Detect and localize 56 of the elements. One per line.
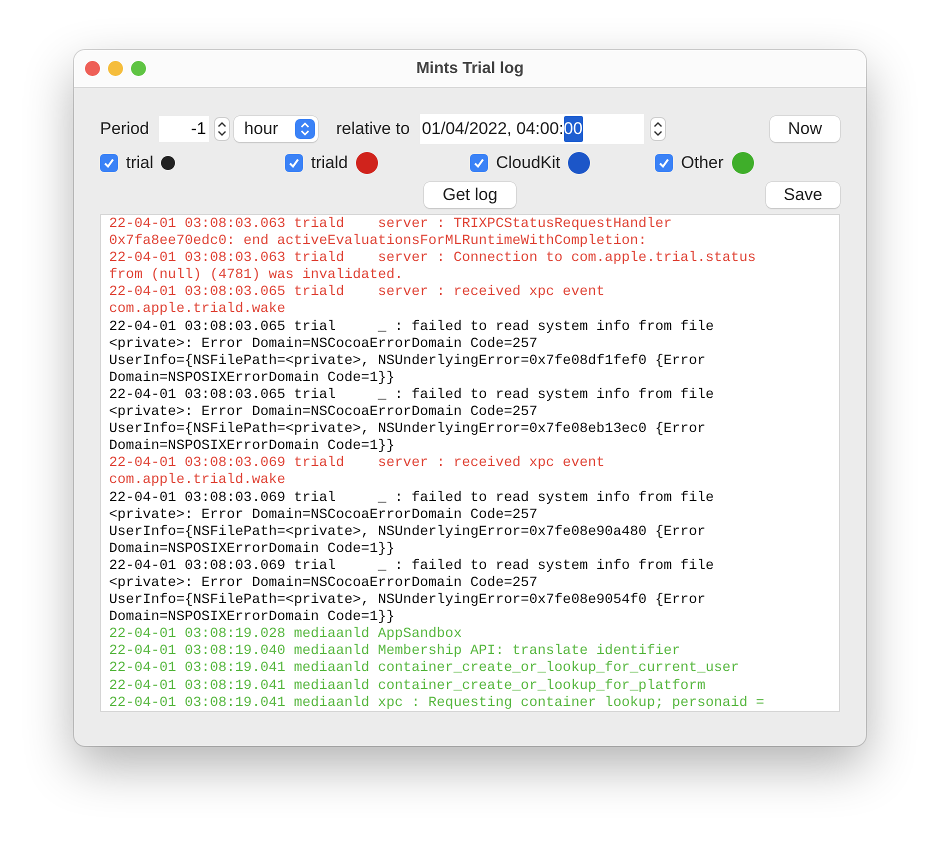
period-label: Period xyxy=(100,118,150,140)
log-line: 0x7fa8ee70edc0: end activeEvaluationsForMLRuntimeWithCompletion: xyxy=(109,233,647,250)
log-line: <private>: Error Domain=NSCocoaErrorDomain Code=257 xyxy=(109,404,538,422)
filter-label: triald xyxy=(311,152,348,174)
log-line: <private>: Error Domain=NSCocoaErrorDomain Code=257 xyxy=(109,336,538,353)
log-line: <private>: Error Domain=NSCocoaErrorDomain Code=257 xyxy=(109,574,538,592)
log-line: 22-04-01 03:08:03.065 trial _ : failed to read system info from file xyxy=(109,386,714,404)
now-button[interactable]: Now xyxy=(770,116,840,142)
checkbox[interactable] xyxy=(285,154,303,172)
get-log-button[interactable]: Get log xyxy=(424,182,516,208)
log-line: 22-04-01 03:08:19.041 mediaanld container_create_or_lookup_for_current_user xyxy=(109,660,740,678)
checkbox[interactable] xyxy=(470,154,488,172)
log-line: 22-04-01 03:08:03.063 triald server : TRIXPCStatusRequestHandler xyxy=(109,216,672,234)
relative-to-label: relative to xyxy=(336,118,410,140)
log-line: com.apple.triald.wake xyxy=(109,472,286,490)
log-line: com.apple.triald.wake xyxy=(109,301,286,319)
checkmark-icon xyxy=(103,157,115,169)
period-field[interactable]: -1 xyxy=(159,116,210,142)
chevron-updown-icon xyxy=(295,119,316,139)
checkmark-icon xyxy=(473,157,485,169)
checkmark-icon xyxy=(658,157,670,169)
log-line: UserInfo={NSFilePath=<private>, NSUnderlyingError=0x7fe08df1fef0 {Error xyxy=(109,352,706,370)
log-line: UserInfo={NSFilePath=<private>, NSUnderlyingError=0x7fe08eb13ec0 {Error xyxy=(109,421,706,438)
log-line: 22-04-01 03:08:03.069 trial _ : failed to read system info from file xyxy=(109,490,714,507)
stepper-icon[interactable] xyxy=(214,117,230,141)
close-icon[interactable] xyxy=(85,61,100,76)
log-line: 22-04-01 03:08:03.063 triald server : Connection to com.apple.trial.status xyxy=(109,250,756,268)
filter-label: trial xyxy=(126,152,154,174)
filter-label: Other xyxy=(681,152,724,174)
log-line: from (null) (4781) was invalidated. xyxy=(109,267,404,284)
save-button[interactable]: Save xyxy=(766,182,840,208)
log-line: 22-04-01 03:08:03.069 trial _ : failed to read system info from file xyxy=(109,558,714,575)
log-line: 22-04-01 03:08:03.065 trial _ : failed to read system info from file xyxy=(109,318,714,336)
log-line: <private>: Error Domain=NSCocoaErrorDomain Code=257 xyxy=(109,506,538,524)
log-line: UserInfo={NSFilePath=<private>, NSUnderlyingError=0x7fe08e90a480 {Error xyxy=(109,524,706,541)
checkmark-icon xyxy=(288,157,300,169)
filter-label: CloudKit xyxy=(496,152,560,174)
log-line: 22-04-01 03:08:03.065 triald server : received xpc event xyxy=(109,284,605,302)
log-line: Domain=NSPOSIXErrorDomain Code=1}} xyxy=(109,370,395,387)
stepper-icon[interactable] xyxy=(650,117,666,141)
date-field[interactable]: 01/04/2022, 04:00:00 xyxy=(420,114,644,144)
log-line: UserInfo={NSFilePath=<private>, NSUnderlyingError=0x7fe08e9054f0 {Error xyxy=(109,592,706,610)
unit-select[interactable]: hour xyxy=(234,116,318,142)
log-line: 22-04-01 03:08:19.040 mediaanld Membership API: translate identifier xyxy=(109,643,680,660)
log-line: Domain=NSPOSIXErrorDomain Code=1}} xyxy=(109,438,395,456)
window-title: Mints Trial log xyxy=(416,58,524,78)
log-line: 22-04-01 03:08:19.041 mediaanld xpc : Requesting container lookup; personaid = xyxy=(109,694,764,711)
checkbox[interactable] xyxy=(100,154,118,172)
log-line: Domain=NSPOSIXErrorDomain Code=1}} xyxy=(109,609,395,626)
zoom-icon[interactable] xyxy=(131,61,146,76)
selected-segment: 00 xyxy=(564,116,583,142)
log-line: 22-04-01 03:08:03.069 triald server : received xpc event xyxy=(109,455,605,472)
checkbox[interactable] xyxy=(655,154,673,172)
log-line: 22-04-01 03:08:19.041 mediaanld container_create_or_lookup_for_platform xyxy=(109,678,706,695)
log-line: Domain=NSPOSIXErrorDomain Code=1}} xyxy=(109,540,395,558)
log-line: 22-04-01 03:08:19.028 mediaanld AppSandbox xyxy=(109,626,462,644)
